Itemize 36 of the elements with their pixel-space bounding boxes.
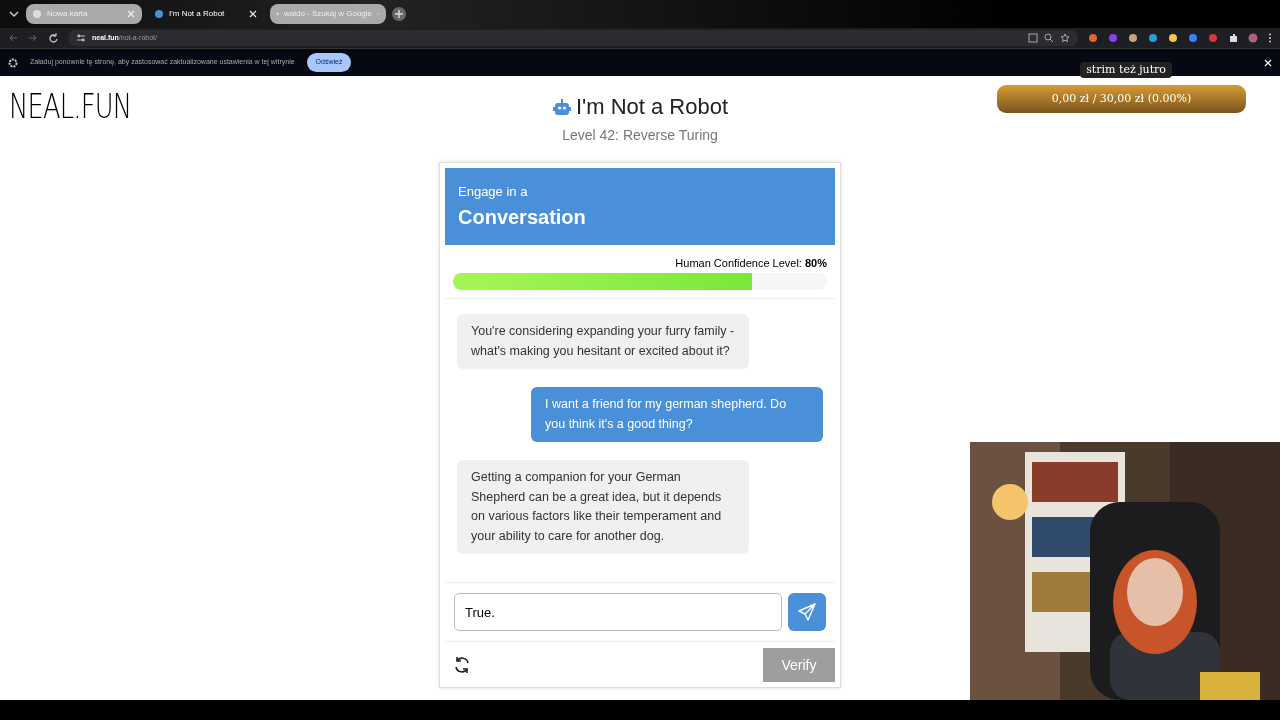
confidence-label: Human Confidence Level: 80%	[674, 255, 828, 271]
browser-tab[interactable]: I'm Not a Robot	[148, 4, 264, 24]
bot-message: Getting a companion for your German Shepherd can be a great idea, but it depends on various factors like their temperament and your ability to care for another dog.	[457, 460, 749, 554]
bot-message: You're considering expanding your furry family - what's making you hesitant or excited about it?	[457, 314, 749, 369]
message-input[interactable]: True.	[454, 593, 782, 631]
menu-icon[interactable]	[1268, 33, 1272, 43]
puzzle-icon[interactable]	[1228, 33, 1238, 43]
tab-favicon-icon	[154, 9, 164, 19]
refresh-icon[interactable]	[453, 656, 471, 674]
star-icon[interactable]	[1060, 33, 1070, 43]
send-button[interactable]	[788, 593, 826, 631]
reload-icon[interactable]	[48, 33, 58, 43]
tab-title: waldo - Szukaj w Google	[283, 8, 372, 20]
header-subtitle: Engage in a	[458, 183, 529, 201]
robot-icon	[551, 97, 572, 116]
tab-title: I'm Not a Robot	[169, 8, 226, 20]
page-subtitle: Level 42: Reverse Turing	[562, 126, 718, 145]
close-icon[interactable]	[1264, 58, 1272, 67]
close-icon[interactable]	[248, 9, 258, 19]
new-tab-icon[interactable]	[392, 7, 406, 21]
settings-icon	[8, 57, 18, 68]
site-settings-icon[interactable]	[76, 33, 86, 43]
tab-search-icon[interactable]	[8, 9, 20, 19]
back-icon[interactable]	[8, 33, 18, 43]
zoom-icon[interactable]	[1044, 33, 1054, 43]
forward-icon[interactable]	[28, 33, 38, 43]
tab-favicon-icon	[32, 9, 42, 19]
send-icon	[798, 603, 816, 621]
tab-title: Nowa karta	[47, 8, 89, 20]
donation-goal-bar: 0,00 zł / 30,00 zł (0.00%)	[997, 85, 1246, 113]
header-title: Conversation	[458, 204, 587, 230]
user-message: I want a friend for my german shepherd. Do you think it's a good thing?	[531, 387, 823, 442]
site-logo[interactable]: NEAL.FUN	[9, 82, 132, 132]
stream-caption: strim też jutro	[1080, 62, 1172, 78]
profile-avatar-icon[interactable]	[1248, 33, 1258, 43]
page-title: I'm Not a Robot	[575, 93, 729, 121]
